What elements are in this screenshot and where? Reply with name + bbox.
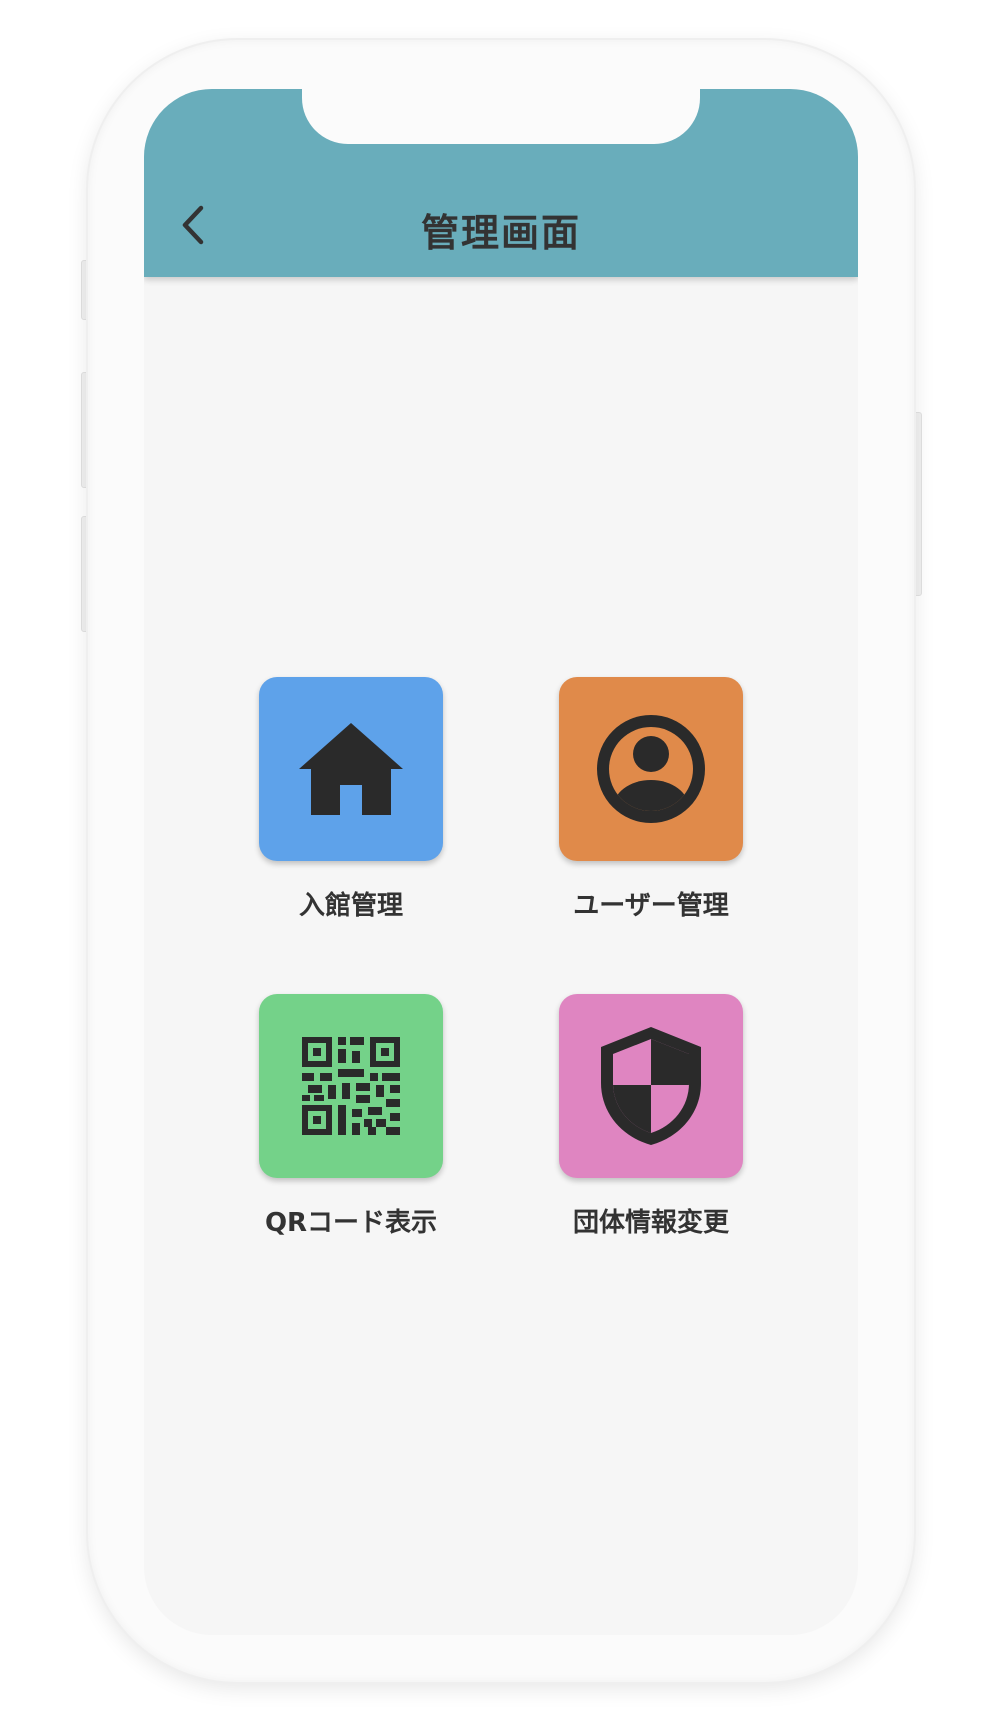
page-title: 管理画面 [420, 211, 581, 255]
menu-tile-entry-management[interactable]: 入館管理 [259, 677, 443, 922]
account-circle-icon [597, 715, 705, 823]
menu-tile-user-management[interactable]: ユーザー管理 [559, 677, 743, 922]
home-icon [299, 723, 403, 815]
menu-tile-label: 団体情報変更 [572, 1208, 729, 1238]
menu-tile-icon-box[interactable] [259, 994, 443, 1178]
menu-tile-icon-box[interactable] [259, 677, 443, 861]
menu-tile-organization-settings[interactable]: 団体情報変更 [559, 994, 743, 1239]
menu-tile-label: 入館管理 [298, 891, 403, 921]
menu-tile-qr-code[interactable]: QRコード表示 [259, 994, 443, 1239]
qr-code-icon [302, 1037, 400, 1135]
device-mockup: 管理画面 入館管理 ユーザー管理 QRコード表示 団体情報変更 [0, 0, 1000, 1716]
menu-tile-label: QRコード表示 [264, 1208, 438, 1238]
menu-tile-icon-box[interactable] [559, 677, 743, 861]
shield-icon [601, 1027, 701, 1145]
menu-tile-label: ユーザー管理 [573, 891, 729, 921]
notch [302, 89, 700, 144]
app-screen: 管理画面 入館管理 ユーザー管理 QRコード表示 団体情報変更 [144, 89, 858, 1635]
menu-tile-icon-box[interactable] [559, 994, 743, 1178]
